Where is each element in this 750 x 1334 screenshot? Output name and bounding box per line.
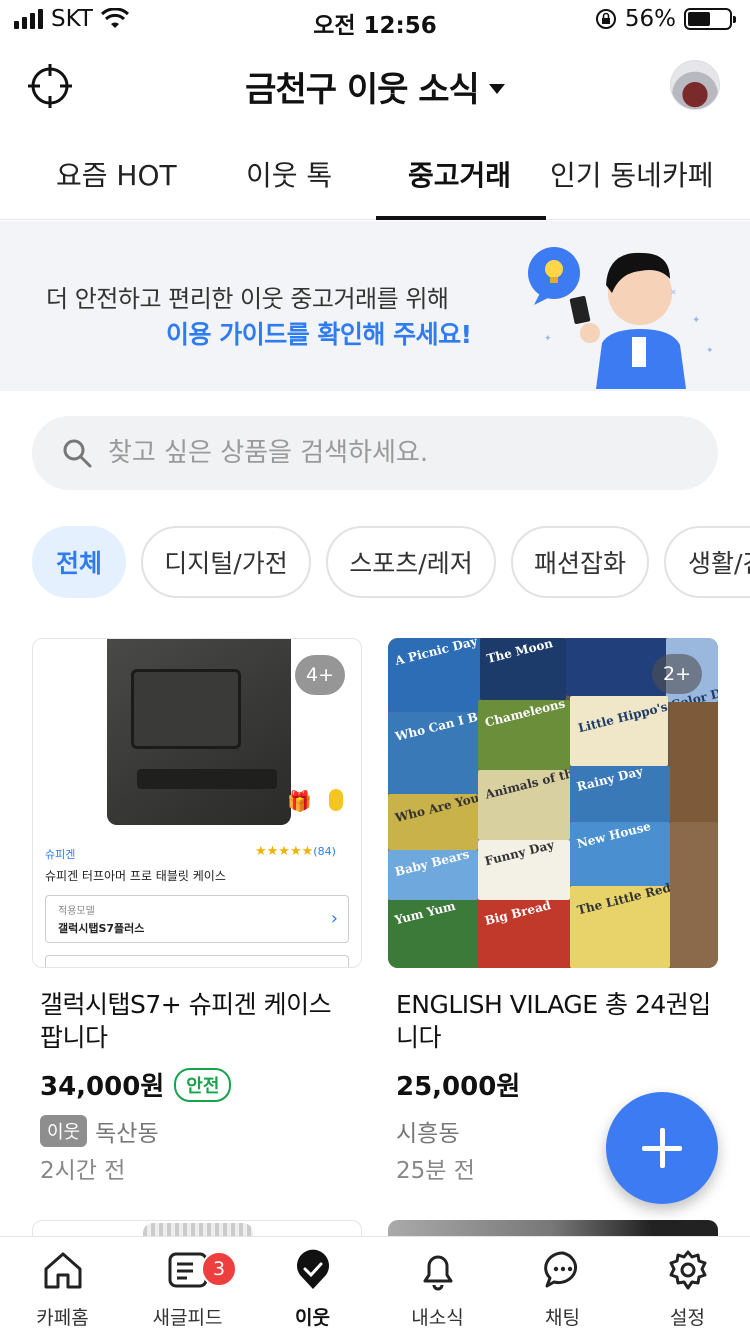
gift-icon: 🎁: [287, 789, 312, 813]
tab-neighbor-talk[interactable]: 이웃 톡: [246, 154, 332, 194]
product-title: 갤럭시탭S7+ 슈피겐 케이스 팝니다: [40, 990, 332, 1052]
nav-chat[interactable]: 채팅: [500, 1237, 625, 1334]
product-thumbnail[interactable]: 🎁 슈피겐 ★★★★★(84) 슈피겐 터프아머 프로 태블릿 케이스 적용모델…: [32, 638, 362, 968]
search-input[interactable]: [108, 416, 698, 490]
location-pin-icon: [297, 1249, 329, 1289]
avatar[interactable]: [670, 60, 720, 110]
product-title: ENGLISH VILAGE 총 24권입니다: [396, 990, 711, 1052]
thumb-brand: 슈피겐: [45, 848, 76, 861]
svg-text:✦: ✦: [544, 334, 552, 344]
app-header: 금천구 이웃 소식: [0, 50, 750, 120]
tab-popular-cafe[interactable]: 인기 동네카페: [550, 154, 713, 194]
nav-settings[interactable]: 설정: [625, 1237, 750, 1334]
nav-new-feed[interactable]: 3 새글피드: [125, 1237, 250, 1334]
svg-text:✕: ✕: [670, 288, 677, 297]
nav-neighbor[interactable]: 이웃: [250, 1237, 375, 1334]
nav-cafe-home[interactable]: 카페홈: [0, 1237, 125, 1334]
search-icon: [63, 439, 92, 468]
rotation-lock-icon: [595, 9, 616, 29]
status-bar: SKT 오전 12:56 56%: [0, 0, 750, 42]
notification-badge: 3: [201, 1251, 237, 1287]
product-time: 25분 전: [396, 1158, 475, 1184]
gear-icon: [669, 1250, 707, 1290]
chip-digital[interactable]: 디지털/가전: [141, 526, 311, 598]
product-price: 34,000원: [40, 1072, 165, 1102]
safe-badge: 안전: [174, 1067, 232, 1102]
write-post-button[interactable]: [606, 1092, 718, 1204]
page-title: 금천구 이웃 소식: [245, 70, 480, 110]
guide-banner[interactable]: 더 안전하고 편리한 이웃 중고거래를 위해 이용 가이드를 확인해 주세요! …: [0, 221, 750, 391]
neighborhood-selector[interactable]: 금천구 이웃 소식: [0, 62, 750, 111]
thumb-model-box: 적용모델 갤럭시탭S7플러스 ›: [45, 895, 349, 943]
image-count-badge: 2+: [652, 654, 702, 694]
banner-line1: 더 안전하고 편리한 이웃 중고거래를 위해: [46, 285, 449, 313]
bottom-nav: 카페홈 3 새글피드 이웃 내소식 채팅 설정: [0, 1236, 750, 1334]
search-bar[interactable]: [32, 416, 718, 490]
neighbor-badge: 이웃: [40, 1115, 88, 1147]
home-icon: [44, 1252, 82, 1289]
battery-percent: 56%: [624, 6, 676, 32]
tab-used-trade[interactable]: 중고거래: [408, 154, 511, 194]
product-location: 독산동: [95, 1121, 159, 1147]
chip-all[interactable]: 전체: [32, 526, 126, 598]
chevron-down-icon: [488, 83, 505, 94]
battery-icon: [684, 8, 736, 30]
category-chips: 전체 디지털/가전 스포츠/레저 패션잡화 생활/건: [32, 526, 750, 598]
image-count-badge: 4+: [295, 655, 345, 695]
thumb-rating: ★★★★★(84): [255, 844, 336, 859]
active-tab-indicator: [376, 216, 546, 220]
chip-fashion[interactable]: 패션잡화: [511, 526, 649, 598]
tablet-case-image: [107, 639, 291, 825]
banner-line2: 이용 가이드를 확인해 주세요!: [166, 320, 472, 349]
top-tabs: 요즘 HOT 이웃 톡 중고거래 인기 동네카페: [0, 130, 750, 220]
svg-text:✦: ✦: [692, 315, 700, 326]
chip-sports[interactable]: 스포츠/레저: [326, 526, 496, 598]
chip-living[interactable]: 생활/건: [664, 526, 750, 598]
product-location: 시흥동: [396, 1121, 460, 1147]
coin-icon: [329, 789, 343, 811]
product-thumbnail[interactable]: A Picnic Day The Moon Who Can I Be? Cham…: [388, 638, 718, 968]
product-time: 2시간 전: [40, 1158, 126, 1184]
chat-icon: [544, 1251, 577, 1288]
chevron-right-icon: ›: [330, 908, 338, 929]
bell-icon: [423, 1255, 453, 1291]
thumb-product-name: 슈피겐 터프아머 프로 태블릿 케이스: [45, 869, 226, 883]
product-price: 25,000원: [396, 1072, 521, 1102]
svg-text:✦: ✦: [706, 346, 714, 356]
nav-my-news[interactable]: 내소식: [375, 1237, 500, 1334]
tab-hot[interactable]: 요즘 HOT: [56, 154, 177, 194]
guide-illustration: ✦ ✦ ✦ ✕: [528, 247, 714, 389]
